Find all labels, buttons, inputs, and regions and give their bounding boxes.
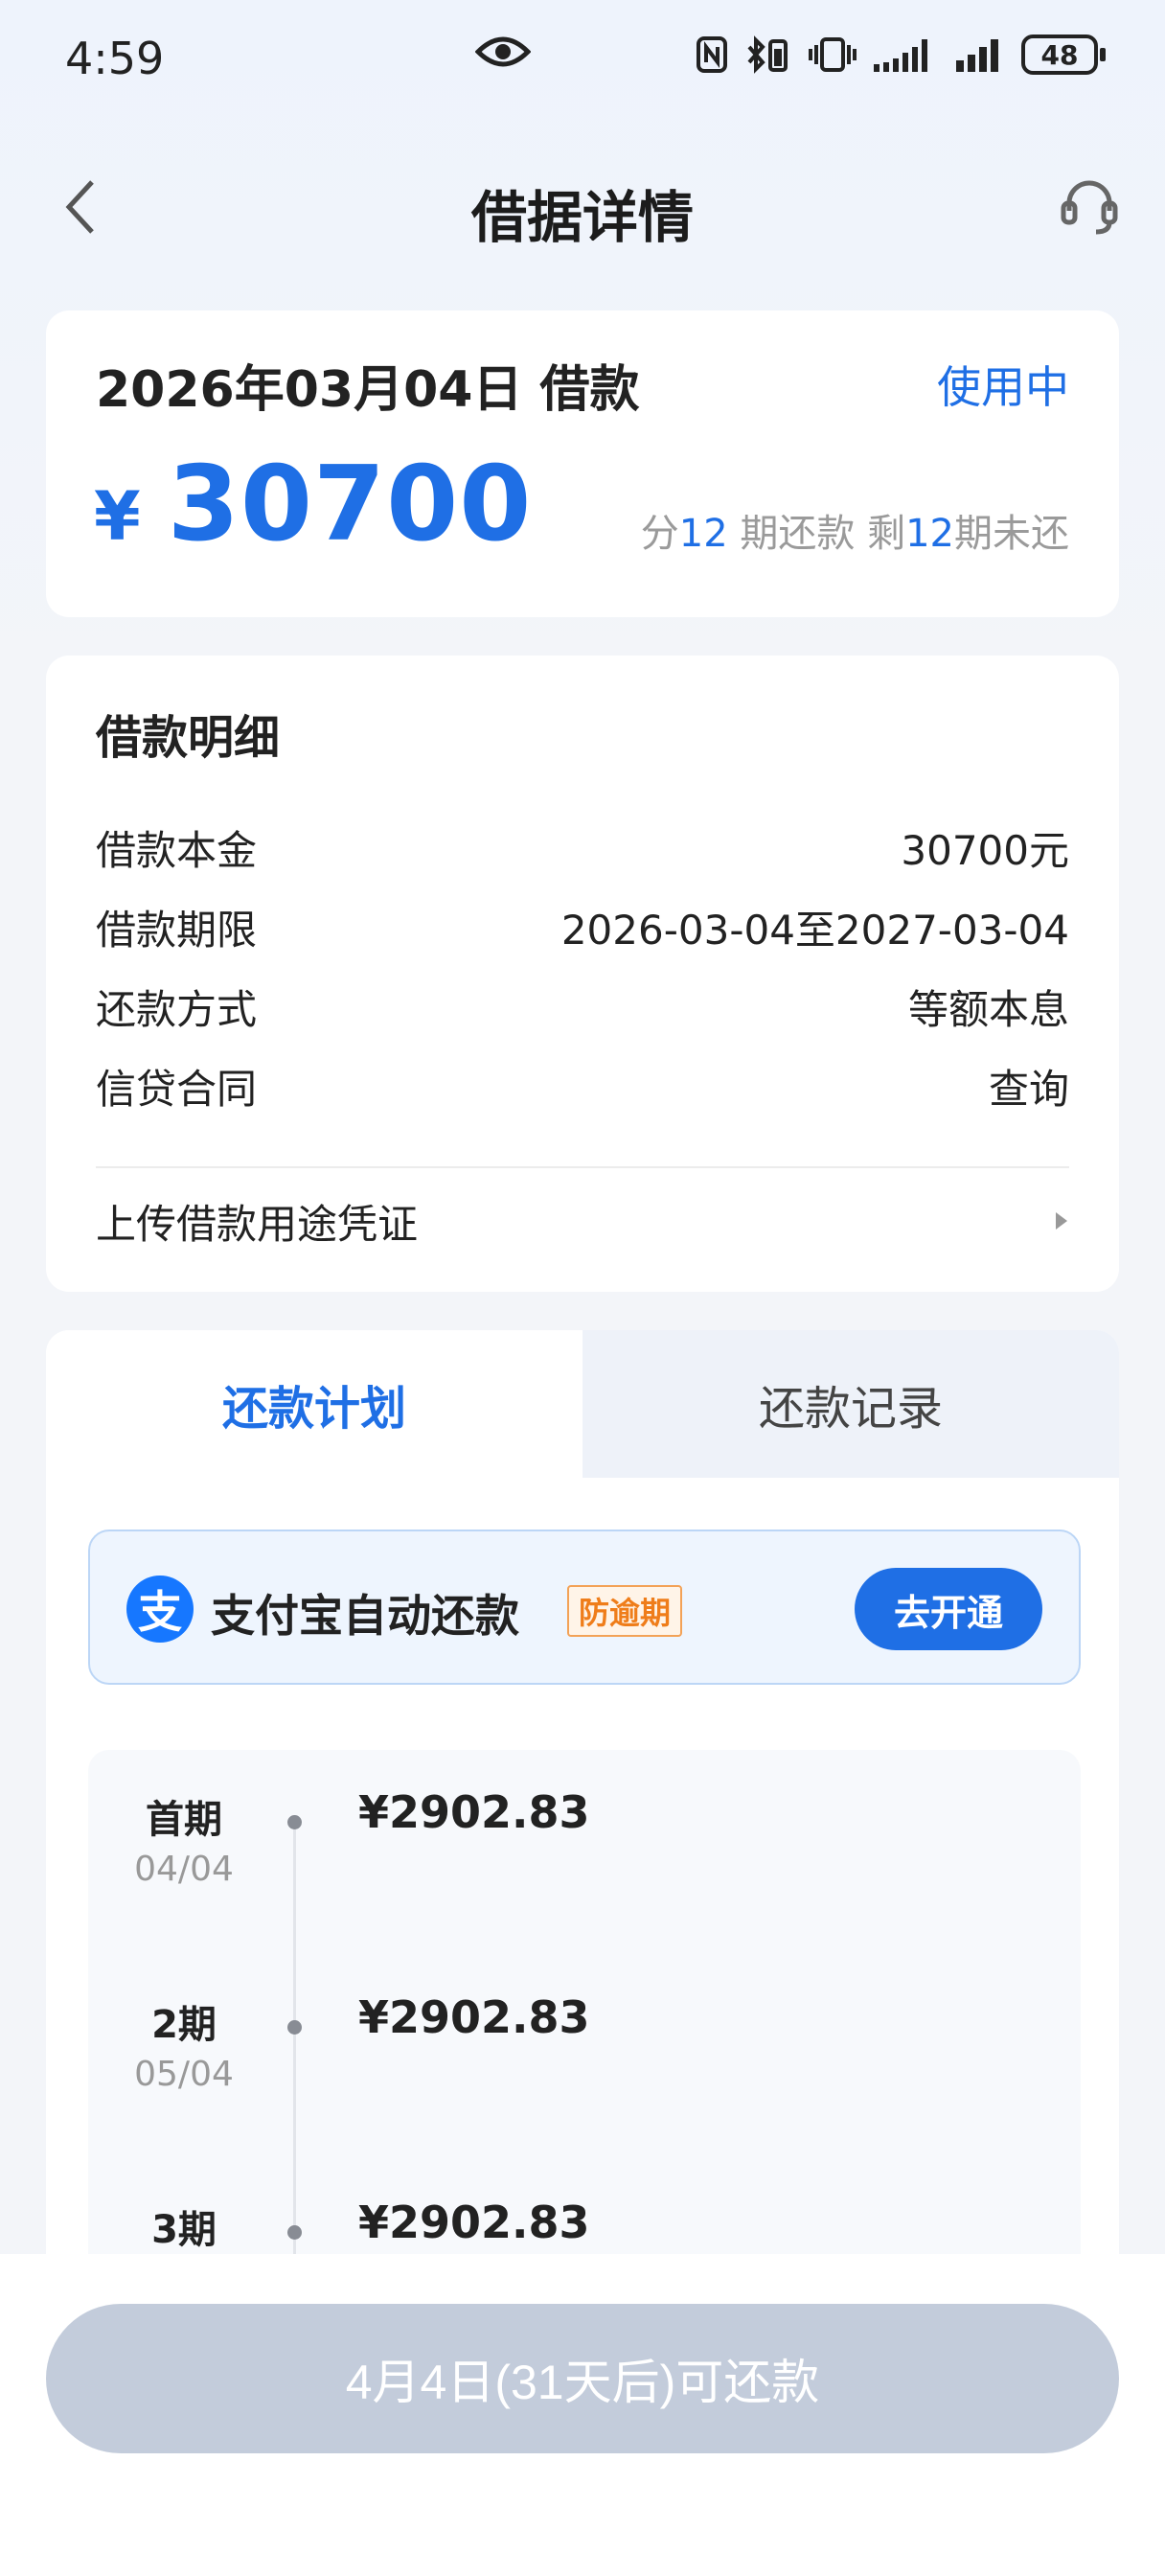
installment-item: 首期 04/04 ¥2902.83 (88, 1750, 1081, 1942)
loan-detail-page: 4:59 48 借据详情 2026年03月04日 借款 使用中 ¥ 30700 … (0, 0, 1165, 2576)
bottom-action-bar: 4月4日(31天后)可还款 (0, 2254, 1165, 2576)
installment-name: 首期 (146, 1798, 222, 1842)
alipay-autopay-text: 支付宝自动还款 (211, 1590, 519, 1642)
term-remaining: 12 (905, 512, 954, 556)
enable-autopay-button[interactable]: 去开通 (855, 1568, 1042, 1650)
loan-detail-card: 借款明细 借款本金 30700元 借款期限 2026-03-04至2027-03… (46, 656, 1119, 1292)
timeline-dot (287, 2020, 302, 2035)
upload-proof-row[interactable]: 上传借款用途凭证 (96, 1192, 1069, 1250)
term-prefix: 分 (640, 512, 679, 556)
battery-icon: 48 (1021, 34, 1106, 75)
overdue-prevention-badge: 防逾期 (567, 1585, 683, 1637)
detail-label: 还款方式 (96, 985, 258, 1033)
installment-name: 2期 (151, 2003, 217, 2047)
installment-item: 2期 05/04 ¥2902.83 (88, 1955, 1081, 2147)
term-suffix: 期未还 (954, 512, 1069, 556)
detail-row-principal: 借款本金 30700元 (96, 818, 1069, 876)
detail-label: 借款期限 (96, 906, 258, 954)
loan-date: 2026年03月04日 借款 (96, 361, 640, 419)
loan-amount: ¥ 30700 (94, 445, 532, 564)
detail-row-method: 还款方式 等额本息 (96, 978, 1069, 1035)
upload-proof-label: 上传借款用途凭证 (96, 1200, 419, 1248)
bluetooth-icon (747, 35, 788, 74)
header: 借据详情 (0, 153, 1165, 259)
amount-value: 30700 (167, 445, 533, 564)
detail-label: 借款本金 (96, 826, 258, 874)
alipay-icon: 支 (126, 1576, 194, 1643)
timeline-dot (287, 1815, 302, 1829)
loan-summary-card: 2026年03月04日 借款 使用中 ¥ 30700 分12 期还款 剩12期未… (46, 310, 1119, 617)
term-info: 分12 期还款 剩12期未还 (641, 502, 1069, 558)
detail-value: 30700元 (901, 826, 1069, 874)
customer-service-icon[interactable] (1058, 174, 1121, 238)
term-mid: 期还款 剩 (727, 512, 906, 556)
tab-repayment-records[interactable]: 还款记录 (582, 1330, 1119, 1478)
tab-repayment-plan[interactable]: 还款计划 (46, 1330, 582, 1478)
status-time: 4:59 (65, 33, 165, 84)
signal-icon-1 (874, 39, 927, 72)
page-title: 借据详情 (470, 185, 694, 250)
installment-date: 05/04 (134, 2055, 234, 2094)
status-icons: 48 (696, 34, 1106, 75)
alipay-autopay-banner: 支 支付宝自动还款 防逾期 去开通 (88, 1530, 1081, 1685)
divider (96, 1166, 1069, 1168)
eye-icon (475, 36, 531, 67)
detail-title: 借款明细 (96, 711, 281, 765)
detail-value: 等额本息 (907, 985, 1069, 1033)
installment-date: 04/04 (134, 1850, 234, 1889)
status-badge: 使用中 (937, 361, 1069, 413)
detail-row-contract[interactable]: 信贷合同 查询 (96, 1057, 1069, 1115)
contract-query-link[interactable]: 查询 (989, 1057, 1069, 1116)
detail-label: 信贷合同 (96, 1065, 258, 1113)
installment-name: 3期 (151, 2208, 217, 2252)
installment-amount: ¥2902.83 (358, 1991, 590, 2043)
chevron-right-icon (1056, 1212, 1067, 1230)
tab-bar: 还款计划 还款记录 (46, 1330, 1119, 1478)
term-total: 12 (678, 512, 728, 556)
installment-amount: ¥2902.83 (358, 2196, 590, 2248)
detail-row-term: 借款期限 2026-03-04至2027-03-04 (96, 898, 1069, 955)
vibrate-icon (809, 37, 857, 72)
timeline-dot (287, 2225, 302, 2240)
installment-amount: ¥2902.83 (358, 1786, 590, 1838)
status-bar: 4:59 48 (0, 0, 1165, 119)
currency-symbol: ¥ (94, 477, 141, 556)
repay-button[interactable]: 4月4日(31天后)可还款 (46, 2304, 1119, 2453)
signal-icon-2 (956, 39, 998, 72)
detail-value: 2026-03-04至2027-03-04 (560, 906, 1069, 954)
nfc-icon (697, 36, 727, 73)
